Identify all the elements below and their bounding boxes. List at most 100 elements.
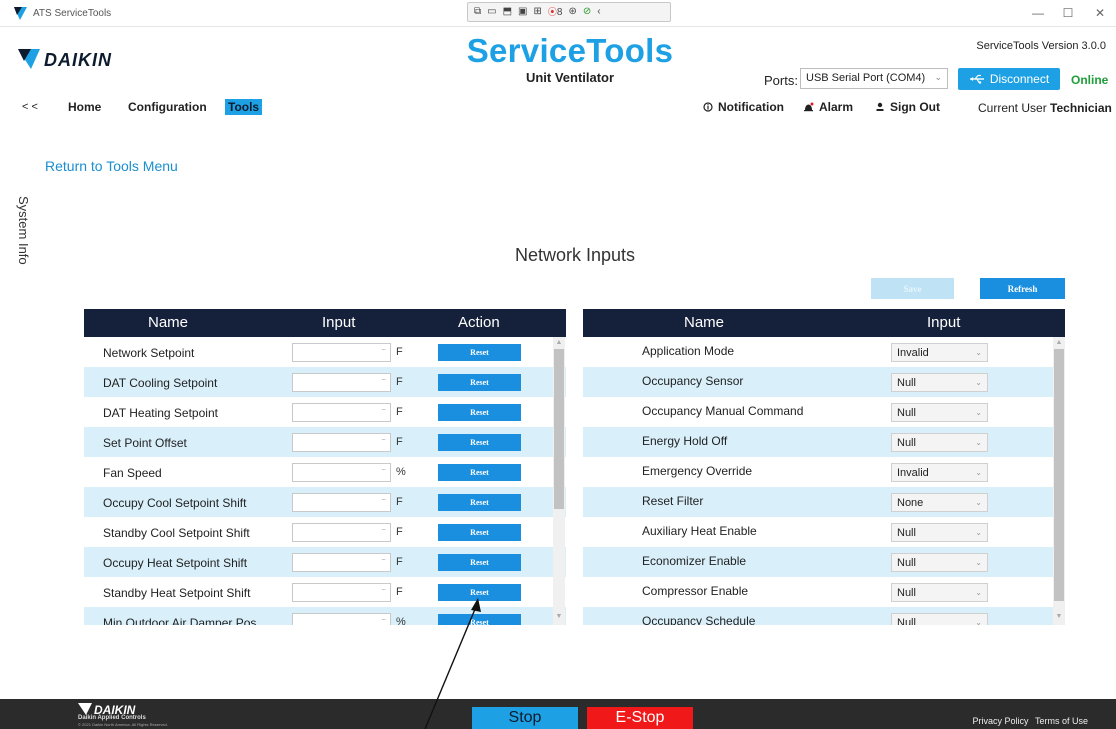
- value-select[interactable]: Null ⌄: [891, 553, 988, 572]
- value-input[interactable]: ⁻: [292, 493, 391, 512]
- nav-configuration[interactable]: Configuration: [128, 100, 207, 114]
- spinner-icon[interactable]: ⁻: [381, 376, 386, 387]
- reset-button[interactable]: Reset: [438, 584, 521, 601]
- collapse-icon[interactable]: ‹: [597, 6, 600, 18]
- reset-button[interactable]: Reset: [438, 554, 521, 571]
- footer: DAIKIN Daikin Applied Controls © 2021 Da…: [0, 699, 1116, 729]
- value-input[interactable]: ⁻: [292, 433, 391, 452]
- reset-button[interactable]: Reset: [438, 464, 521, 481]
- scroll-down-icon[interactable]: ▼: [554, 613, 564, 620]
- window-icon[interactable]: ▭: [487, 6, 496, 18]
- stop-button[interactable]: Stop: [472, 707, 578, 729]
- footer-daikin-logo: DAIKIN: [78, 703, 136, 716]
- reset-button[interactable]: Reset: [438, 374, 521, 391]
- ports-value: USB Serial Port (COM4): [806, 72, 926, 84]
- value-input[interactable]: ⁻: [292, 463, 391, 482]
- spinner-icon[interactable]: ⁻: [381, 406, 386, 417]
- bell-icon: [804, 102, 814, 111]
- disconnect-button[interactable]: Disconnect: [958, 68, 1060, 90]
- select-value: Invalid: [897, 467, 929, 479]
- reset-button[interactable]: Reset: [438, 434, 521, 451]
- spinner-icon[interactable]: ⁻: [381, 496, 386, 507]
- sign-out-button[interactable]: Sign Out: [875, 100, 940, 114]
- value-input[interactable]: ⁻: [292, 403, 391, 422]
- row-name: Energy Hold Off: [642, 434, 728, 448]
- row-name: Auxiliary Heat Enable: [642, 524, 757, 538]
- privacy-policy-link[interactable]: Privacy Policy: [972, 716, 1028, 726]
- value-input[interactable]: ⁻: [292, 583, 391, 602]
- value-select[interactable]: Null ⌄: [891, 403, 988, 422]
- terms-of-use-link[interactable]: Terms of Use: [1035, 716, 1088, 726]
- footer-company: Daikin Applied Controls: [78, 715, 146, 721]
- spinner-icon[interactable]: ⁻: [381, 616, 386, 625]
- reset-button[interactable]: Reset: [438, 344, 521, 361]
- value-input[interactable]: ⁻: [292, 523, 391, 542]
- unit-label: F: [396, 346, 403, 358]
- nav-home[interactable]: Home: [68, 100, 101, 114]
- return-to-tools-link[interactable]: Return to Tools Menu: [45, 158, 178, 174]
- refresh-button[interactable]: Refresh: [980, 278, 1065, 299]
- row-name: Economizer Enable: [642, 554, 747, 568]
- value-select[interactable]: None ⌄: [891, 493, 988, 512]
- reset-button[interactable]: Reset: [438, 614, 521, 625]
- snip-icon[interactable]: ⬒: [503, 6, 512, 18]
- table-row: Application Mode Invalid ⌄: [583, 337, 1065, 367]
- accessibility-icon[interactable]: ⊛: [568, 6, 576, 18]
- notification-button[interactable]: Notification: [703, 100, 784, 114]
- unit-label: F: [396, 436, 403, 448]
- unit-label: F: [396, 526, 403, 538]
- table-row: Standby Heat Setpoint Shift ⁻ F Reset: [84, 577, 566, 607]
- value-select[interactable]: Invalid ⌄: [891, 463, 988, 482]
- maximize-button[interactable]: ☐: [1058, 6, 1078, 20]
- reset-button[interactable]: Reset: [438, 404, 521, 421]
- info-icon: [703, 102, 713, 112]
- value-select[interactable]: Invalid ⌄: [891, 343, 988, 362]
- table-row: Standby Cool Setpoint Shift ⁻ F Reset: [84, 517, 566, 547]
- disconnect-label: Disconnect: [989, 72, 1050, 86]
- reset-button[interactable]: Reset: [438, 494, 521, 511]
- reset-button[interactable]: Reset: [438, 524, 521, 541]
- scroll-up-icon[interactable]: ▲: [1054, 339, 1064, 346]
- value-select[interactable]: Null ⌄: [891, 523, 988, 542]
- spinner-icon[interactable]: ⁻: [381, 466, 386, 477]
- page-title: Network Inputs: [514, 245, 636, 265]
- alarm-button[interactable]: Alarm: [803, 100, 853, 114]
- table-row: Occupancy Schedule Null ⌄: [583, 607, 1065, 625]
- minimize-button[interactable]: —: [1028, 6, 1048, 20]
- save-button[interactable]: Save: [871, 278, 954, 299]
- estop-button[interactable]: E-Stop: [587, 707, 693, 729]
- row-name: Standby Heat Setpoint Shift: [103, 586, 251, 600]
- screenshot-tool-icon[interactable]: ⧉: [474, 6, 481, 18]
- collapse-nav-button[interactable]: < <: [22, 101, 38, 113]
- spinner-icon[interactable]: ⁻: [381, 346, 386, 357]
- close-button[interactable]: ✕: [1090, 6, 1110, 20]
- scroll-up-icon[interactable]: ▲: [554, 339, 564, 346]
- spinner-icon[interactable]: ⁻: [381, 586, 386, 597]
- spinner-icon[interactable]: ⁻: [381, 526, 386, 537]
- value-select[interactable]: Null ⌄: [891, 373, 988, 392]
- frame-icon[interactable]: ▣: [518, 6, 527, 18]
- value-input[interactable]: ⁻: [292, 553, 391, 572]
- value-input[interactable]: ⁻: [292, 373, 391, 392]
- value-select[interactable]: Null ⌄: [891, 433, 988, 452]
- right-table-scrollbar[interactable]: ▲ ▼: [1053, 337, 1065, 625]
- left-table-scrollbar[interactable]: ▲ ▼: [553, 337, 565, 625]
- value-input[interactable]: ⁻: [292, 613, 391, 625]
- region-icon[interactable]: ⊞: [534, 6, 542, 18]
- scroll-down-icon[interactable]: ▼: [1054, 613, 1064, 620]
- value-select[interactable]: Null ⌄: [891, 613, 988, 625]
- ports-select[interactable]: USB Serial Port (COM4) ⌄: [800, 68, 948, 89]
- chevron-down-icon: ⌄: [975, 558, 982, 567]
- record-count-icon[interactable]: ⦿8: [548, 6, 563, 19]
- spinner-icon[interactable]: ⁻: [381, 556, 386, 567]
- value-select[interactable]: Null ⌄: [891, 583, 988, 602]
- nav-tools[interactable]: Tools: [225, 99, 263, 115]
- scroll-thumb[interactable]: [554, 349, 564, 509]
- system-info-tab[interactable]: System Info: [12, 196, 32, 266]
- scroll-thumb[interactable]: [1054, 349, 1064, 601]
- value-input[interactable]: ⁻: [292, 343, 391, 362]
- check-icon[interactable]: ⊘: [583, 6, 591, 18]
- spinner-icon[interactable]: ⁻: [381, 436, 386, 447]
- select-value: Null: [897, 527, 916, 539]
- chevron-down-icon: ⌄: [975, 618, 982, 625]
